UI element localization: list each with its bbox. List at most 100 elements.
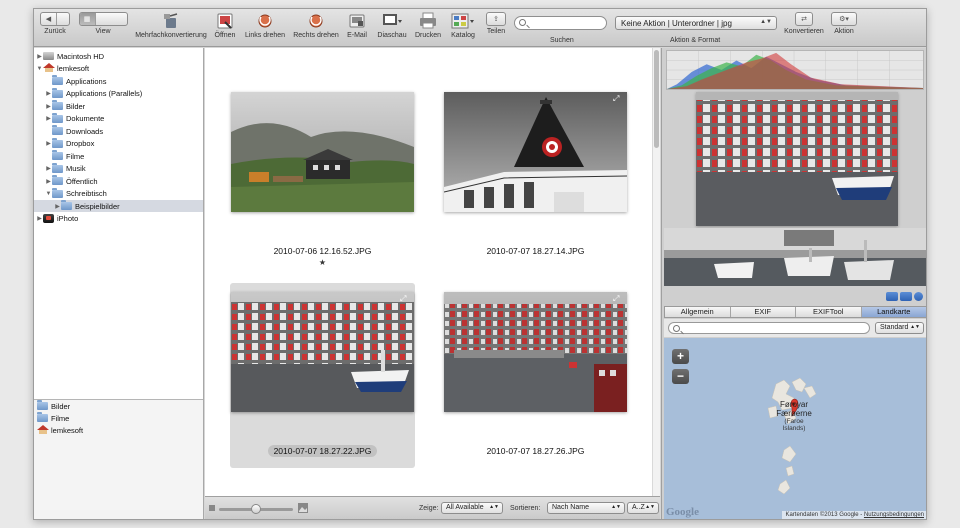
- email-button[interactable]: E-Mail: [344, 12, 370, 39]
- fit-icon[interactable]: [886, 292, 898, 301]
- thumbnail-item[interactable]: ⤢ 2010-07-07 18.27.14.JPG: [443, 83, 628, 268]
- thumbnail-item[interactable]: ⤢ 2010-07-07 18.27.22.JPG: [230, 283, 415, 468]
- convert-label: Konvertieren: [784, 28, 824, 35]
- rotate-left-button[interactable]: Links drehen: [241, 12, 289, 39]
- map-sublabel: (Faroe Islands): [782, 418, 806, 432]
- sidebar-item-iphoto[interactable]: ▶ iPhoto: [34, 213, 203, 225]
- grid-scrollbar[interactable]: [652, 48, 660, 496]
- map-type-select[interactable]: Standard ▲▼: [875, 322, 924, 334]
- sort-order-select[interactable]: A..Z ▲▼: [627, 502, 659, 514]
- thumbnail-filename: 2010-07-07 18.27.26.JPG: [486, 446, 585, 456]
- catalog-button[interactable]: Katalog: [448, 12, 478, 39]
- thumbnail-filename: 2010-07-07 18.27.22.JPG: [230, 445, 415, 457]
- sidebar-item-bilder[interactable]: ▶ Bilder: [34, 100, 203, 112]
- action-format-select[interactable]: Keine Aktion | Unterordner | jpg ▲▼: [615, 16, 777, 30]
- disclosure-open-icon[interactable]: ▼: [45, 191, 52, 197]
- inspector-tabs: Allgemein EXIF EXIFTool Landkarte: [664, 306, 926, 318]
- sidebar-item-applications-parallels[interactable]: ▶ Applications (Parallels): [34, 87, 203, 100]
- disclosure-closed-icon[interactable]: ▶: [45, 165, 52, 172]
- sidebar-item-macintosh-hd[interactable]: ▶ Macintosh HD: [34, 50, 203, 62]
- sidebar-item-musik[interactable]: ▶ Musik: [34, 162, 203, 175]
- disclosure-closed-icon[interactable]: ▶: [36, 53, 43, 60]
- sidebar-item-filme[interactable]: Filme: [34, 150, 203, 162]
- scrollbar-thumb[interactable]: [654, 50, 659, 148]
- show-filter-select[interactable]: All Available ▲▼: [441, 502, 503, 514]
- rotate-left-label: Links drehen: [244, 32, 286, 39]
- sidebar-item-label: Downloads: [66, 126, 104, 136]
- thumbnail-image-hillside-house[interactable]: [231, 92, 414, 212]
- expand-icon[interactable]: ⤢: [400, 294, 412, 304]
- small-thumbnail-icon[interactable]: [208, 504, 216, 512]
- sidebar-item-dropbox[interactable]: ▶ Dropbox: [34, 137, 203, 150]
- disclosure-closed-icon[interactable]: ▶: [36, 215, 43, 222]
- share-icon: ⇪: [493, 16, 499, 23]
- folder-icon: [52, 162, 63, 173]
- open-label: Öffnen: [214, 32, 236, 39]
- map-zoom-out-button[interactable]: −: [672, 369, 689, 384]
- terms-link[interactable]: Nutzungsbedingungen: [864, 512, 924, 518]
- disclosure-closed-icon[interactable]: ▶: [45, 103, 52, 110]
- sidebar-item-downloads[interactable]: Downloads: [34, 125, 203, 137]
- histogram-icon[interactable]: [900, 292, 912, 301]
- large-thumbnail-icon[interactable]: [297, 502, 309, 514]
- tab-exif[interactable]: EXIF: [731, 307, 796, 317]
- email-label: E-Mail: [347, 32, 367, 39]
- convert-button[interactable]: ⇄ Konvertieren: [784, 12, 824, 35]
- sidebar-item-schreibtisch[interactable]: ▼ Schreibtisch: [34, 187, 203, 200]
- thumbnail-image-ship-funnel[interactable]: [444, 92, 627, 212]
- folder-icon: [52, 87, 63, 98]
- map-toolbar: Standard ▲▼: [664, 319, 926, 337]
- expand-icon[interactable]: ⤢: [613, 94, 625, 104]
- print-button[interactable]: Drucken: [413, 12, 443, 39]
- tab-landkarte[interactable]: Landkarte: [861, 307, 926, 317]
- thumbnail-image-harbor-bay[interactable]: [444, 292, 627, 412]
- open-button[interactable]: Öffnen: [212, 12, 238, 39]
- sidebar-item-lemkesoft[interactable]: ▼ lemkesoft: [34, 63, 203, 75]
- disclosure-closed-icon[interactable]: ▶: [45, 140, 52, 147]
- folder-icon: [52, 125, 63, 135]
- disclosure-closed-icon[interactable]: ▶: [54, 203, 61, 210]
- expand-icon[interactable]: ⤢: [613, 294, 625, 304]
- sidebar-item-beispielbilder[interactable]: ▶ Beispielbilder: [34, 200, 203, 212]
- thumbnail-item[interactable]: ⤢ 2010-07-07 18.27.26.JPG: [443, 283, 628, 468]
- sort-select[interactable]: Nach Name ▲▼: [547, 502, 625, 514]
- batch-convert-button[interactable]: Mehrfachkonvertierung: [131, 12, 211, 39]
- folder-icon: [37, 400, 48, 410]
- disclosure-closed-icon[interactable]: ▶: [45, 90, 52, 97]
- disclosure-open-icon[interactable]: ▼: [36, 66, 43, 72]
- favorite-item-bilder[interactable]: Bilder: [34, 400, 203, 412]
- thumbnail-item[interactable]: 2010-07-06 12.16.52.JPG ★: [230, 83, 415, 268]
- grid-view-icon[interactable]: ▦: [79, 13, 96, 25]
- list-view-icon[interactable]: ≡: [80, 25, 96, 26]
- view-switcher[interactable]: ▦≡▤ View: [78, 12, 128, 35]
- tab-exiftool[interactable]: EXIFTool: [796, 307, 862, 317]
- search-input[interactable]: [514, 16, 607, 30]
- slider-knob[interactable]: [251, 504, 261, 514]
- favorite-item-filme[interactable]: Filme: [34, 412, 203, 424]
- image-preview[interactable]: [696, 92, 898, 226]
- thumbnail-image-harbor-town[interactable]: [231, 292, 414, 412]
- map-search-input[interactable]: [668, 322, 870, 334]
- back-button[interactable]: ◀▶ Zurück: [38, 12, 72, 35]
- action-menu-button[interactable]: ⚙▾ Aktion: [829, 12, 859, 35]
- zoom-crop-preview[interactable]: [664, 228, 927, 286]
- rating-star[interactable]: ★: [230, 258, 415, 267]
- map-zoom-in-button[interactable]: +: [672, 349, 689, 364]
- sidebar-item-label: lemkesoft: [57, 64, 90, 73]
- disclosure-closed-icon[interactable]: ▶: [45, 178, 52, 185]
- slideshow-button[interactable]: Diaschau: [374, 12, 410, 39]
- sidebar-item--ffentlich[interactable]: ▶ Öffentlich: [34, 175, 203, 187]
- folder-icon: [52, 175, 63, 185]
- map-view[interactable]: + − Føroyar Færøerne (Faroe Islands) Goo…: [664, 338, 926, 519]
- tab-allgemein[interactable]: Allgemein: [665, 307, 731, 317]
- sidebar-item-dokumente[interactable]: ▶ Dokumente: [34, 112, 203, 125]
- info-icon[interactable]: [914, 292, 923, 301]
- disclosure-closed-icon[interactable]: ▶: [45, 115, 52, 122]
- favorite-item-home[interactable]: lemkesoft: [34, 424, 203, 436]
- share-label: Teilen: [486, 28, 506, 35]
- folder-icon: [37, 412, 48, 422]
- sort-label: Sortieren:: [510, 505, 541, 512]
- sidebar-item-applications[interactable]: Applications: [34, 75, 203, 87]
- rotate-right-button[interactable]: Rechts drehen: [291, 12, 341, 39]
- share-button[interactable]: ⇪ Teilen: [483, 12, 509, 35]
